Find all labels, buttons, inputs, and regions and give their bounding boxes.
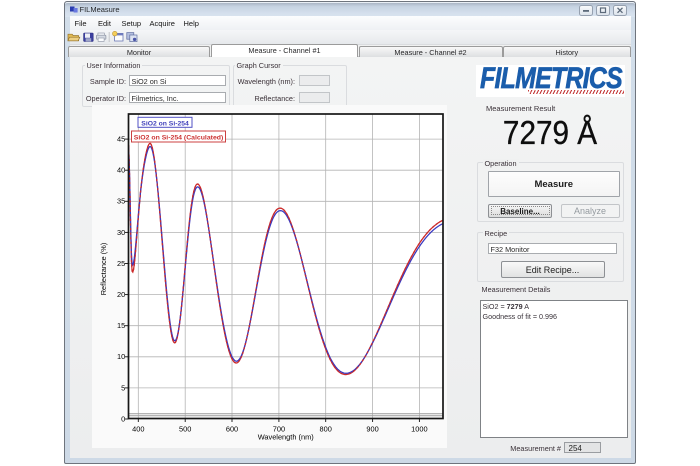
svg-text:500: 500: [179, 425, 191, 434]
svg-text:900: 900: [366, 425, 378, 434]
svg-text:Reflectance (%): Reflectance (%): [99, 243, 108, 296]
svg-text:35: 35: [117, 197, 125, 206]
svg-text:5: 5: [121, 383, 125, 392]
svg-text:25: 25: [117, 259, 125, 268]
svg-text:20: 20: [117, 290, 125, 299]
svg-text:SiO2 on Si-254: SiO2 on Si-254: [141, 120, 189, 127]
svg-text:0: 0: [121, 414, 125, 423]
svg-text:SiO2 on Si-254 (Calculated): SiO2 on Si-254 (Calculated): [134, 134, 224, 141]
svg-text:45: 45: [117, 135, 125, 144]
svg-text:Wavelength (nm): Wavelength (nm): [258, 433, 314, 442]
svg-text:10: 10: [117, 352, 125, 361]
svg-text:40: 40: [117, 166, 125, 175]
svg-text:30: 30: [117, 228, 125, 237]
svg-text:800: 800: [320, 425, 332, 434]
svg-text:1000: 1000: [411, 425, 427, 434]
svg-text:400: 400: [132, 425, 144, 434]
svg-text:600: 600: [226, 425, 238, 434]
svg-text:15: 15: [117, 321, 125, 330]
